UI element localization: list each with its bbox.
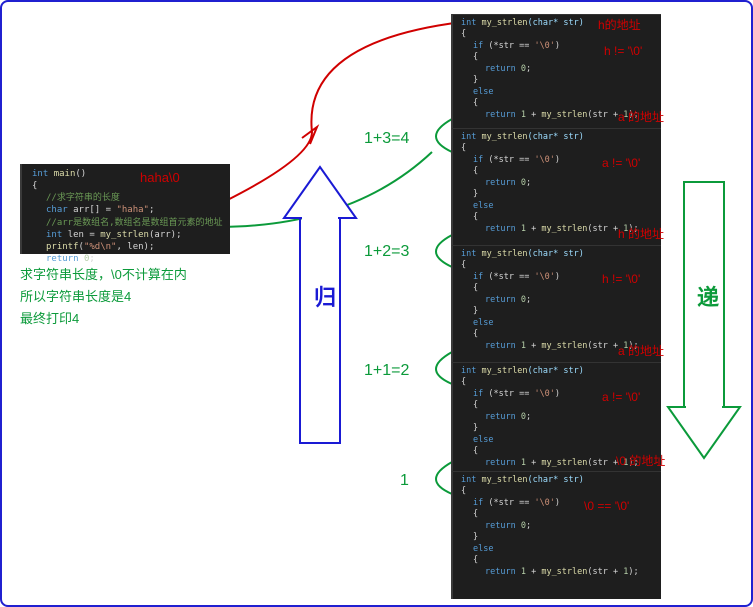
anno-cond-1: h != '\0' <box>604 44 642 58</box>
rb3-header: int my_strlen(char* str) <box>461 249 656 260</box>
desc-line-1: 求字符串长度，\0不计算在内 <box>20 265 187 285</box>
gui-label: 归 <box>314 280 336 312</box>
desc-line-3: 最终打印4 <box>20 309 79 329</box>
main-brace-open: { <box>32 180 224 192</box>
main-code-box: int main() { //求字符串的长度 char arr[] = "hah… <box>20 164 230 254</box>
anno-addr-1: h的地址 <box>598 16 641 33</box>
math-3: 1+1=2 <box>364 362 409 380</box>
rb2-else: else <box>461 201 656 212</box>
rb1-else: else <box>461 87 656 98</box>
blue-arrow-head <box>284 167 356 218</box>
anno-ret-4: \0 的地址 <box>616 452 665 469</box>
rb4-brace-open: { <box>461 377 656 388</box>
di-label: 递 <box>697 280 719 312</box>
rb2-brace-open: { <box>461 143 656 154</box>
rb5-ret0: return 0; <box>461 521 656 532</box>
rb2-brace3: { <box>461 212 656 223</box>
green-hook-2 <box>436 235 452 267</box>
green-hook-4 <box>436 462 452 494</box>
rb3-else: else <box>461 318 656 329</box>
math-4: 1 <box>400 472 409 490</box>
rb1-brace2: } <box>461 75 656 86</box>
rb4-brace2: } <box>461 423 656 434</box>
main-line5: return 0; <box>32 253 224 265</box>
rb3-brace2: } <box>461 306 656 317</box>
haha-annotation: haha\0 <box>140 170 180 185</box>
blue-arrow-body <box>300 218 340 443</box>
recursion-block-5: int my_strlen(char* str) { if (*str == '… <box>451 471 661 599</box>
main-line1: int main() <box>32 168 224 180</box>
anno-cond-2: a != '\0' <box>602 156 640 170</box>
main-line3: int len = my_strlen(arr); <box>32 229 224 241</box>
rb2-ret0: return 0; <box>461 178 656 189</box>
rb1-ret0: return 0; <box>461 64 656 75</box>
main-line4: printf("%d\n", len); <box>32 241 224 253</box>
rb5-header: int my_strlen(char* str) <box>461 475 656 486</box>
rb2-header: int my_strlen(char* str) <box>461 132 656 143</box>
rb2-brace2: } <box>461 189 656 200</box>
rb5-brace-open: { <box>461 486 656 497</box>
red-arrowhead <box>302 127 317 144</box>
rb5-brace2: } <box>461 532 656 543</box>
math-1: 1+3=4 <box>364 130 409 148</box>
math-2: 1+2=3 <box>364 243 409 261</box>
anno-ret-1: a 的地址 <box>618 108 664 125</box>
rb5-else: else <box>461 544 656 555</box>
green-hook-3 <box>436 352 452 384</box>
anno-cond-4: a != '\0' <box>602 390 640 404</box>
rb5-retrec: return 1 + my_strlen(str + 1); <box>461 567 656 578</box>
rb4-else: else <box>461 435 656 446</box>
rb4-ret0: return 0; <box>461 412 656 423</box>
rb3-brace-open: { <box>461 260 656 271</box>
anno-cond-5: \0 == '\0' <box>584 499 629 513</box>
rb5-brace3: { <box>461 555 656 566</box>
green-path-return <box>217 152 432 227</box>
red-path-main <box>192 22 462 217</box>
green-arrow-head <box>668 407 740 458</box>
rb3-ret0: return 0; <box>461 295 656 306</box>
main-cmt2: //arr是数组名,数组名是数组首元素的地址 <box>32 217 224 229</box>
green-hook-1 <box>436 119 452 152</box>
anno-ret-3: a 的地址 <box>618 342 664 359</box>
rb3-brace3: { <box>461 329 656 340</box>
rb4-header: int my_strlen(char* str) <box>461 366 656 377</box>
diagram-container: int main() { //求字符串的长度 char arr[] = "hah… <box>0 0 753 607</box>
main-cmt1: //求字符串的长度 <box>32 192 224 204</box>
anno-ret-2: h 的地址 <box>618 225 664 242</box>
main-line2: char arr[] = "haha"; <box>32 204 224 216</box>
green-arrow-gap <box>686 405 722 409</box>
blue-arrow-gap <box>302 217 338 221</box>
anno-cond-3: h != '\0' <box>602 272 640 286</box>
desc-line-2: 所以字符串长度是4 <box>20 287 131 307</box>
